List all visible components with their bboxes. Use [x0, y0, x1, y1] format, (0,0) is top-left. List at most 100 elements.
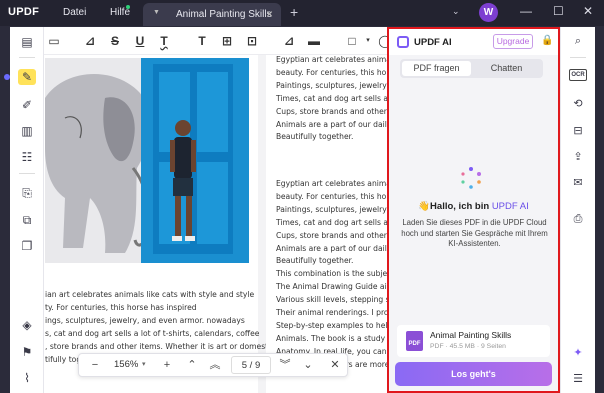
edit-icon[interactable]: ✐	[18, 97, 36, 113]
update-dot-icon	[126, 5, 130, 9]
chevron-down-icon[interactable]: ⌄	[452, 6, 460, 17]
close-window-button[interactable]: ✕	[583, 4, 593, 18]
loading-spinner-icon	[461, 167, 481, 189]
text-line: Paintings, sculptures, jewelry,	[276, 80, 387, 90]
email-icon[interactable]: ✉	[569, 175, 587, 191]
maximize-button[interactable]: ☐	[553, 4, 564, 18]
zoom-level[interactable]: 156%	[114, 359, 138, 370]
ai-assistant-panel: UPDF AI Upgrade 🔒 PDF fragen Chatten 👋Ha…	[387, 27, 560, 393]
attachment-icon[interactable]: ⌇	[18, 370, 36, 386]
convert-icon[interactable]: ⟲	[569, 96, 587, 112]
organize-icon[interactable]: ▥	[18, 123, 36, 139]
reader-icon[interactable]: ▤	[18, 34, 36, 50]
upgrade-button[interactable]: Upgrade	[493, 34, 533, 49]
tab-pdf-fragen[interactable]: PDF fragen	[402, 61, 471, 76]
close-navbar-button[interactable]: ✕	[327, 357, 343, 373]
ai-panel-title: UPDF AI	[414, 37, 452, 48]
document-tab[interactable]: ▼ Animal Painting Skills ×	[143, 3, 281, 26]
annotation-toolbar: ▭ ⊿ S U T T ⊞ ⊡ ⊿ ▬ □ ▾ ◯	[44, 27, 392, 55]
strikethrough-icon[interactable]: S	[107, 32, 123, 50]
eraser-icon[interactable]: ▬	[306, 32, 322, 50]
divider	[19, 57, 35, 58]
text-line: Animals are a part of our daily	[276, 243, 387, 253]
text-icon[interactable]: T	[194, 32, 210, 50]
text-line: Paintings, sculptures, jewelry,	[276, 204, 387, 214]
total-pages: 9	[254, 360, 261, 371]
crop-icon[interactable]: ⧉	[18, 212, 36, 228]
zoom-dropdown-icon[interactable]: ▾	[142, 360, 146, 368]
text-line: s, cat and dog art sells a lot of t-shir…	[45, 328, 260, 338]
file-name: Animal Painting Skills	[430, 330, 512, 340]
body-text-right-mid: Egyptian art celebrates animal beauty. F…	[276, 178, 387, 372]
document-view[interactable]: ian art celebrates animals like cats wit…	[44, 55, 387, 393]
ai-greeting: 👋Hallo, ich bin UPDF AI	[389, 201, 558, 212]
avatar[interactable]: W	[479, 3, 498, 22]
text-line: ty. For centuries, this horse has inspir…	[45, 302, 197, 312]
title-bar: UPDF Datei Hilfe ▼ Animal Painting Skill…	[0, 0, 604, 26]
greeting-brand: UPDF AI	[491, 201, 529, 212]
minimize-button[interactable]: —	[520, 4, 532, 18]
tab-menu-icon[interactable]: ▼	[153, 9, 160, 16]
tab-title: Animal Painting Skills	[176, 9, 272, 20]
text-line: Beautifully together.	[276, 256, 354, 266]
shape-icon[interactable]: □	[344, 32, 360, 50]
tab-close-icon[interactable]: ×	[266, 7, 273, 21]
textbox-icon[interactable]: ⊞	[219, 32, 235, 50]
protect-icon[interactable]: ⎘	[18, 185, 36, 201]
pdf-page-right: Egyptian art celebrates animal beauty. F…	[266, 55, 387, 393]
chat-icon[interactable]: ☰	[569, 371, 587, 387]
previous-page-icon[interactable]: ︽	[207, 357, 223, 373]
text-line: Various skill levels, stepping st	[276, 295, 387, 305]
search-icon[interactable]: ⌕	[569, 33, 587, 49]
last-page-icon[interactable]: ⌄	[300, 357, 316, 373]
share-icon[interactable]: ⇪	[569, 149, 587, 165]
text-line: ings, sculptures, jewelry, and even armo…	[45, 315, 245, 325]
tab-chatten[interactable]: Chatten	[472, 61, 541, 76]
layers-icon[interactable]: ◈	[18, 317, 36, 333]
text-line: This combination is the subjec	[276, 269, 387, 279]
text-line: Egyptian art celebrates animal	[276, 179, 387, 188]
comment-icon[interactable]: ▭	[46, 32, 62, 50]
page-tools-icon[interactable]: ❐	[18, 238, 36, 254]
pdf-page-left: ian art celebrates animals like cats wit…	[44, 55, 274, 393]
text-line: Cups, store brands and other it	[276, 106, 387, 116]
first-page-icon[interactable]: ⌃	[184, 357, 200, 373]
zoom-out-button[interactable]: −	[87, 357, 103, 373]
squiggly-icon[interactable]: T	[156, 32, 172, 50]
highlight-icon[interactable]: ⊿	[82, 32, 98, 50]
text-line: , store brands and other items. Whether …	[45, 341, 275, 351]
ocr-icon[interactable]: OCR	[569, 69, 587, 81]
new-tab-button[interactable]: +	[290, 4, 298, 20]
next-page-icon[interactable]: ︾	[277, 357, 293, 373]
panel-handle-icon[interactable]	[4, 74, 10, 80]
pencil-icon[interactable]: ⊿	[281, 32, 297, 50]
text-line: Step-by-step examples to help	[276, 320, 387, 330]
current-page[interactable]: 5	[242, 360, 247, 371]
textcallout-icon[interactable]: ⊡	[244, 32, 260, 50]
page-indicator[interactable]: 5 / 9	[231, 356, 271, 374]
bookmark-icon[interactable]: ⚑	[18, 344, 36, 360]
zoom-in-button[interactable]: +	[159, 357, 175, 373]
text-line: beauty. For centuries, this hors	[276, 191, 387, 201]
text-line: Egyptian art celebrates animal	[276, 55, 387, 64]
text-line: The Animal Drawing Guide aim	[276, 282, 387, 292]
text-line: ian art celebrates animals like cats wit…	[45, 290, 255, 299]
page-separator: /	[249, 360, 253, 371]
left-sidebar: ▤ ✎ ✐ ▥ ☷ ⎘ ⧉ ❐ ◈ ⚑ ⌇	[10, 27, 44, 393]
shape-dropdown-icon[interactable]: ▾	[360, 32, 376, 50]
ai-assistant-icon[interactable]: ✦	[569, 345, 587, 361]
start-button[interactable]: Los geht's	[395, 362, 552, 386]
greeting-text: 👋Hallo, ich bin	[418, 201, 492, 212]
page-navigation-bar: − 156% ▾ + ⌃ ︽ 5 / 9 ︾ ⌄ ✕	[78, 353, 348, 377]
right-sidebar: ⌕ OCR ⟲ ⊟ ⇪ ✉ ⎙ ✦ ☰	[560, 27, 595, 393]
ai-description: Laden Sie dieses PDF in die UPDF Cloud h…	[401, 218, 548, 248]
form-icon[interactable]: ☷	[18, 149, 36, 165]
page-image	[45, 58, 249, 263]
underline-icon[interactable]: U	[132, 32, 148, 50]
lock-icon[interactable]: 🔒	[541, 35, 553, 46]
compress-icon[interactable]: ⊟	[569, 123, 587, 139]
comment-tool-icon[interactable]: ✎	[18, 69, 36, 85]
menu-file[interactable]: Datei	[63, 7, 86, 18]
save-icon[interactable]: ⎙	[569, 211, 587, 227]
attached-file-card[interactable]: PDF Animal Painting Skills PDF · 45.5 MB…	[397, 325, 550, 357]
